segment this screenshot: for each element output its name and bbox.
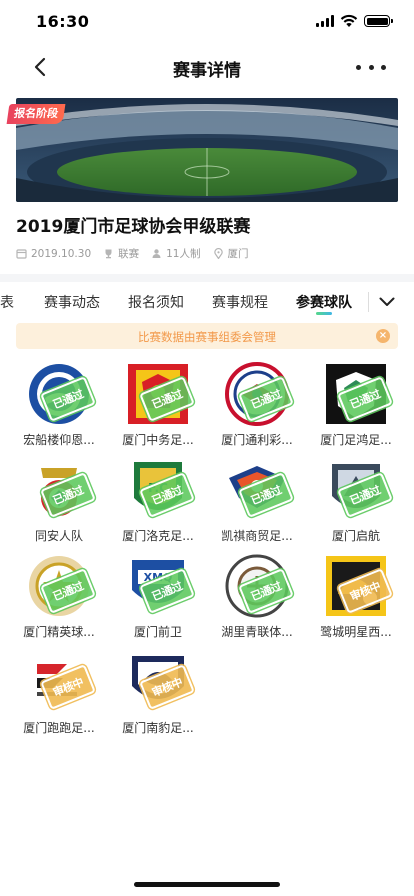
cellular-signal-icon bbox=[316, 15, 334, 27]
nav-bar: 赛事详情 bbox=[0, 44, 414, 90]
team-card[interactable]: 已通过 厦门启航 bbox=[311, 458, 401, 554]
team-card[interactable]: XMQ 已通过 厦门前卫 bbox=[113, 554, 203, 650]
team-name: 宏船楼仰恩... bbox=[23, 433, 95, 447]
tab-bar: 表 赛事动态 报名须知 赛事规程 参赛球队 bbox=[0, 282, 414, 322]
status-icons bbox=[316, 14, 393, 28]
team-card[interactable]: F.C 已通过 厦门洛克足... bbox=[113, 458, 203, 554]
team-card[interactable]: 已通过 湖里青联体... bbox=[212, 554, 302, 650]
section-divider bbox=[0, 274, 414, 282]
team-name: 厦门跑跑足... bbox=[23, 721, 95, 735]
meta-type: 联赛 bbox=[103, 246, 139, 261]
status-bar: 16:30 bbox=[0, 0, 414, 44]
team-name: 厦门精英球... bbox=[23, 625, 95, 639]
tab-rules[interactable]: 赛事规程 bbox=[212, 292, 268, 312]
chevron-down-icon bbox=[379, 297, 395, 306]
meta-location-text: 厦门 bbox=[227, 248, 249, 260]
team-card[interactable]: 审核中 鹭城明星西... bbox=[311, 554, 401, 650]
meta-format-text: 11人制 bbox=[166, 248, 201, 260]
home-indicator bbox=[134, 882, 280, 887]
tab-expand-button[interactable] bbox=[372, 288, 402, 316]
team-card[interactable]: 审核中 厦门南豹足... bbox=[113, 650, 203, 746]
calendar-icon bbox=[16, 249, 27, 259]
meta-format: 11人制 bbox=[151, 246, 201, 261]
team-card[interactable]: 已通过 凯祺商贸足... bbox=[212, 458, 302, 554]
team-name: 凯祺商贸足... bbox=[221, 529, 293, 543]
people-icon bbox=[152, 249, 161, 258]
team-name: 厦门足鸿足... bbox=[320, 433, 392, 447]
team-name: 厦门前卫 bbox=[133, 625, 182, 639]
tab-schedule[interactable]: 表 bbox=[0, 292, 14, 312]
meta-date: 2019.10.30 bbox=[16, 248, 91, 260]
event-meta: 2019.10.30 联赛 11人制 厦门 bbox=[16, 246, 261, 261]
team-name: 厦门启航 bbox=[331, 529, 380, 543]
team-card[interactable]: 已通过 厦门中务足... bbox=[113, 362, 203, 458]
team-name: 厦门洛克足... bbox=[122, 529, 194, 543]
trophy-icon bbox=[105, 249, 112, 259]
team-card[interactable]: 已通过 同安人队 bbox=[14, 458, 104, 554]
more-dots-icon[interactable] bbox=[356, 54, 386, 80]
meta-type-text: 联赛 bbox=[118, 248, 140, 260]
tab-registration-notes[interactable]: 报名须知 bbox=[128, 292, 184, 312]
wifi-icon bbox=[340, 14, 358, 27]
event-banner bbox=[16, 98, 398, 202]
team-card[interactable]: 已通过 厦门精英球... bbox=[14, 554, 104, 650]
team-card[interactable]: 已通过 厦门足鸿足... bbox=[311, 362, 401, 458]
tab-news[interactable]: 赛事动态 bbox=[44, 292, 100, 312]
page-title: 赛事详情 bbox=[173, 61, 241, 81]
status-time: 16:30 bbox=[36, 12, 90, 31]
team-card[interactable]: 审核中 厦门跑跑足... bbox=[14, 650, 104, 746]
event-title: 2019厦门市足球协会甲级联赛 bbox=[16, 217, 251, 237]
team-name: 厦门中务足... bbox=[122, 433, 194, 447]
active-tab-indicator bbox=[316, 312, 332, 315]
team-name: 厦门南豹足... bbox=[122, 721, 194, 735]
stage-badge: 报名阶段 bbox=[6, 104, 66, 124]
meta-location: 厦门 bbox=[213, 246, 249, 261]
team-card[interactable]: 已通过 厦门通利彩... bbox=[212, 362, 302, 458]
team-name: 湖里青联体... bbox=[221, 625, 293, 639]
team-name: 鹭城明星西... bbox=[320, 625, 392, 639]
location-icon bbox=[213, 248, 223, 259]
tab-separator bbox=[368, 292, 369, 312]
notice-text: 比赛数据由赛事组委会管理 bbox=[138, 330, 276, 344]
data-notice-banner: 比赛数据由赛事组委会管理 × bbox=[16, 323, 398, 349]
tab-teams[interactable]: 参赛球队 bbox=[296, 292, 352, 312]
battery-icon bbox=[364, 15, 393, 27]
stadium-image bbox=[16, 98, 398, 202]
team-name: 同安人队 bbox=[34, 529, 83, 543]
team-name: 厦门通利彩... bbox=[221, 433, 293, 447]
meta-date-text: 2019.10.30 bbox=[31, 247, 92, 260]
close-icon[interactable]: × bbox=[376, 329, 390, 343]
team-card[interactable]: 已通过 宏船楼仰恩... bbox=[14, 362, 104, 458]
